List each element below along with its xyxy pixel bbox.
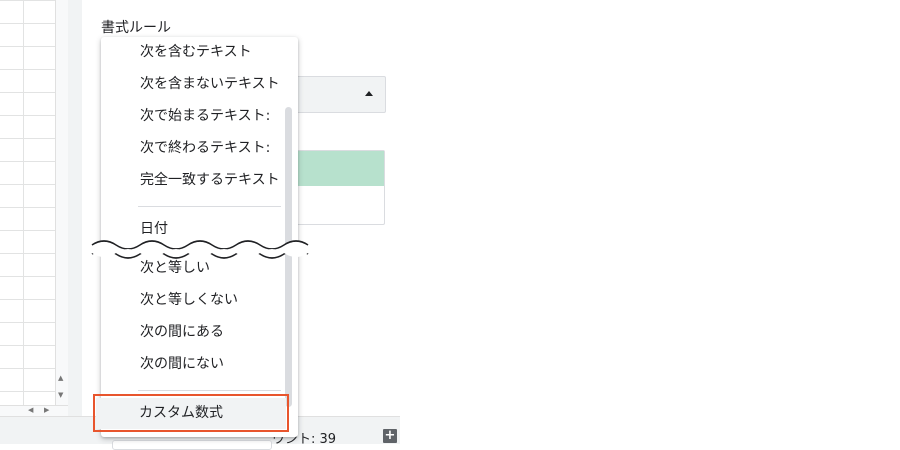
grid-column-line xyxy=(23,0,24,405)
menu-item-text-contains[interactable]: 次を含むテキスト xyxy=(101,38,298,66)
menu-item-between[interactable]: 次の間にある xyxy=(101,318,298,346)
menu-divider xyxy=(138,390,281,391)
menu-item-text-not-contains[interactable]: 次を含まないテキスト xyxy=(101,70,298,98)
panel-title: 書式ルール xyxy=(101,20,171,36)
explore-plus-icon[interactable]: + xyxy=(383,429,397,443)
vertical-scrollbar[interactable]: ▲ ▼ xyxy=(55,0,69,405)
scroll-down-icon[interactable]: ▼ xyxy=(58,391,63,399)
omission-wave-mark xyxy=(91,240,309,259)
menu-item-text-exact[interactable]: 完全一致するテキスト xyxy=(101,166,298,194)
menu-item-not-equals[interactable]: 次と等しくない xyxy=(101,286,298,314)
sheet-grid xyxy=(0,0,56,405)
caret-up-icon xyxy=(365,91,373,96)
selection-highlight-frame xyxy=(93,394,289,432)
scroll-left-icon[interactable]: ◀ xyxy=(28,406,33,414)
menu-item-text-starts-with[interactable]: 次で始まるテキスト: xyxy=(101,102,298,130)
menu-divider xyxy=(138,206,281,207)
panel-gutter xyxy=(68,0,82,420)
menu-item-text-ends-with[interactable]: 次で終わるテキスト: xyxy=(101,134,298,162)
scroll-right-icon[interactable]: ▶ xyxy=(44,406,49,414)
done-button[interactable] xyxy=(112,440,272,450)
scroll-up-icon[interactable]: ▲ xyxy=(58,374,63,382)
menu-item-not-between[interactable]: 次の間にない xyxy=(101,350,298,378)
